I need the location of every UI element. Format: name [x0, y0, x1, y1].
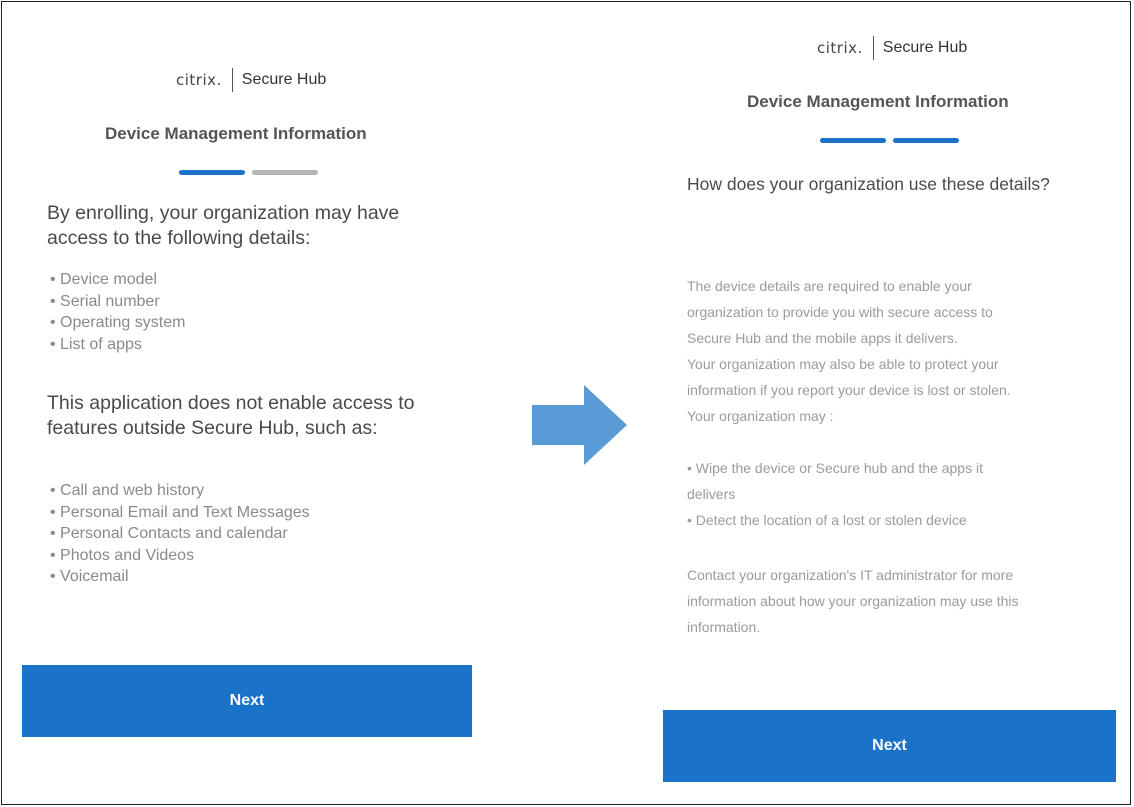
contact-admin-text: Contact your organization's IT administr…	[687, 567, 1019, 635]
progress-step-1	[820, 138, 886, 143]
step-progress-indicator	[179, 170, 318, 175]
list-item: List of apps	[50, 334, 185, 356]
page-title: Device Management Information	[105, 124, 367, 143]
usage-description: The device details are required to enabl…	[687, 278, 1011, 424]
progress-step-2	[252, 170, 318, 175]
screenshot-frame: citrix. Secure Hub Device Management Inf…	[1, 1, 1131, 805]
list-item: Operating system	[50, 312, 185, 334]
list-item: Photos and Videos	[50, 545, 310, 567]
no-access-heading: This application does not enable access …	[47, 392, 415, 439]
citrix-logo: citrix.	[817, 39, 863, 57]
next-button[interactable]: Next	[22, 665, 472, 737]
no-access-list: Call and web history Personal Email and …	[50, 480, 310, 588]
enrollment-screen-step-1: citrix. Secure Hub Device Management Inf…	[2, 2, 502, 806]
list-item: Voicemail	[50, 566, 310, 588]
next-button[interactable]: Next	[663, 710, 1116, 782]
accessible-details-list: Device model Serial number Operating sys…	[50, 269, 185, 355]
right-arrow-icon	[532, 385, 627, 465]
list-item: Personal Contacts and calendar	[50, 523, 310, 545]
organization-actions-list: • Wipe the device or Secure hub and the …	[687, 455, 983, 533]
progress-step-1	[179, 170, 245, 175]
list-item: Serial number	[50, 291, 185, 313]
page-title: Device Management Information	[747, 92, 1009, 111]
citrix-logo: citrix.	[176, 71, 222, 89]
list-item: • Detect the location of a lost or stole…	[687, 512, 967, 528]
list-item: Call and web history	[50, 480, 310, 502]
usage-question-heading: How does your organization use these det…	[687, 174, 1050, 194]
access-details-heading: By enrolling, your organization may have…	[47, 202, 400, 249]
progress-step-2	[893, 138, 959, 143]
product-name: Secure Hub	[882, 39, 968, 56]
list-item: • Wipe the device or Secure hub and the …	[687, 460, 983, 476]
list-item: Device model	[50, 269, 185, 291]
brand-divider	[231, 68, 233, 92]
brand-header: citrix. Secure Hub	[817, 36, 967, 60]
enrollment-screen-step-2: citrix. Secure Hub Device Management Inf…	[642, 2, 1134, 806]
list-item: Personal Email and Text Messages	[50, 502, 310, 524]
product-name: Secure Hub	[241, 71, 327, 88]
brand-divider	[872, 36, 874, 60]
step-progress-indicator	[820, 138, 959, 143]
brand-header: citrix. Secure Hub	[176, 68, 326, 92]
